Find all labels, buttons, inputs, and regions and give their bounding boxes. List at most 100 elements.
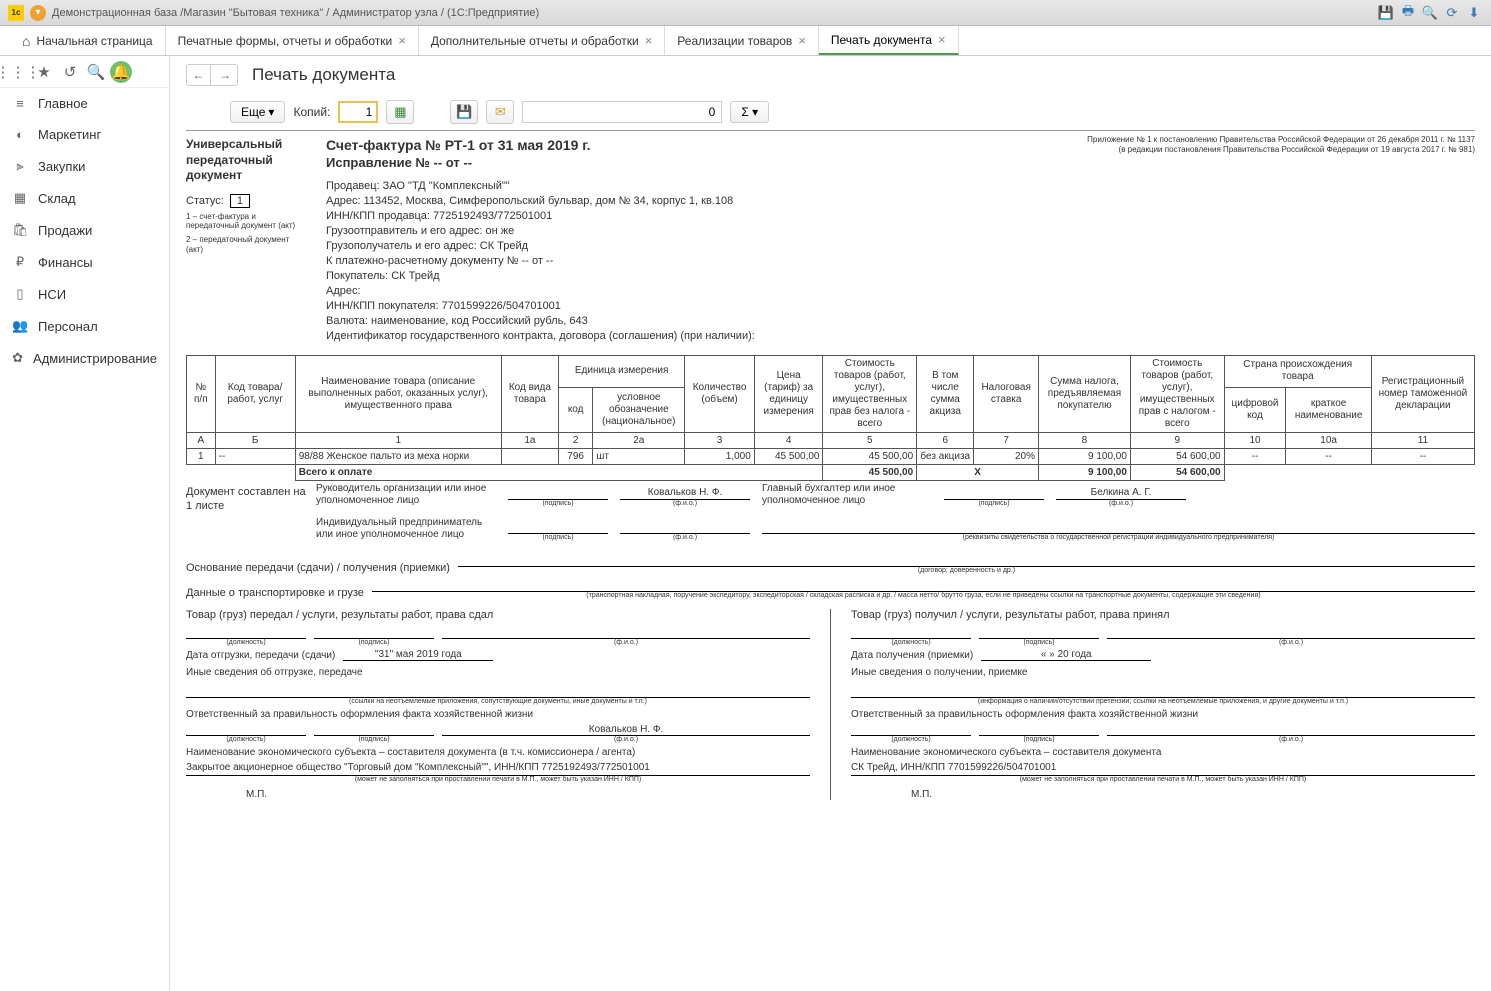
doc-pages: Документ составлен на 1 листе [186,483,316,543]
other-receive-label: Иные сведения о получении, приемке [851,667,1475,678]
resp-label-left: Ответственный за правильность оформления… [186,709,810,720]
buyer-addr-line: Адрес: [326,285,1475,297]
left-col-title: Товар (груз) передал / услуги, результат… [186,609,810,621]
nav-label: Закупки [38,159,85,174]
colnum-row: АБ11а22а34567891010а11 [187,433,1475,449]
tab-additional-reports[interactable]: Дополнительные отчеты и обработки × [419,26,665,55]
th-kind: Код вида товара [501,356,558,433]
list-icon: ≡ [12,96,28,111]
payment-doc-line: К платежно-расчетному документу № -- от … [326,255,1475,267]
close-icon[interactable]: × [938,32,946,47]
history-icon[interactable]: ↺ [58,60,82,84]
nav-nsi[interactable]: ▯ НСИ [0,278,169,310]
chevron-down-icon: ▾ [268,105,274,119]
logo-1c: 1c [8,5,24,21]
tab-label: Печать документа [831,33,932,47]
more-button[interactable]: Еще ▾ [230,101,285,123]
th-rate: Налоговая ставка [974,356,1039,433]
page-title: Печать документа [252,65,395,85]
status-note-1: 1 – счет-фактура и передаточный документ… [186,212,308,231]
bell-icon[interactable]: 🔔 [110,61,132,83]
save-icon[interactable]: 💾 [1377,4,1395,22]
correction-line: Исправление № -- от -- [326,155,1475,170]
receive-date: « » 20 года [981,649,1151,661]
invoice-table: № п/п Код товара/ работ, услуг Наименова… [186,355,1475,481]
entity-value-left: Закрытое акционерное общество "Торговый … [186,762,810,776]
search-icon[interactable]: 🔍 [84,60,108,84]
regulation-note-1: Приложение № 1 к постановлению Правитель… [1087,135,1475,145]
contract-id-line: Идентификатор государственного контракта… [326,330,1475,342]
dropdown-icon[interactable]: ▾ [30,5,46,21]
status-label: Статус: [186,195,224,207]
inn-buyer-line: ИНН/КПП покупателя: 7701599226/504701001 [326,300,1475,312]
mail-icon[interactable]: ✉ [486,100,514,124]
grid-icon: ▦ [12,190,28,206]
close-icon[interactable]: × [398,33,406,48]
th-qty: Количество (объем) [685,356,754,433]
right-col-title: Товар (груз) получил / услуги, результат… [851,609,1475,621]
th-tax: Сумма налога, предъявляемая покупателю [1038,356,1130,433]
th-excise: В том числе сумма акциза [917,356,974,433]
transport-label: Данные о транспортировке и грузе [186,587,364,599]
download-icon[interactable]: ⬇ [1465,4,1483,22]
tab-home[interactable]: ⌂ Начальная страница [10,26,166,55]
nav-personnel[interactable]: 👥Персонал [0,310,169,342]
nav-sales[interactable]: 🛍Продажи [0,214,169,246]
close-icon[interactable]: × [645,33,653,48]
other-ship-label: Иные сведения об отгрузке, передаче [186,667,810,678]
address-line: Адрес: 113452, Москва, Симферопольский б… [326,195,1475,207]
star-icon[interactable]: ★ [32,60,56,84]
shipper-line: Грузоотправитель и его адрес: он же [326,225,1475,237]
tabs-bar: ⌂ Начальная страница Печатные формы, отч… [0,26,1491,56]
nav-admin[interactable]: ✿ Администрирование [0,342,169,374]
tab-label: Печатные формы, отчеты и обработки [178,34,393,48]
print-icon[interactable]: 🖶 [1399,4,1417,22]
th-cn: краткое наименование [1286,387,1371,432]
entity-value-right: СК Трейд, ИНН/КПП 7701599226/504701001 [851,762,1475,776]
book-icon: ▯ [12,286,28,302]
nav-label: Склад [38,191,76,206]
mp-left: М.П. [246,789,810,800]
sidebar: ⋮⋮⋮ ★ ↺ 🔍 🔔 ≡Главное ◐Маркетинг ⫸Закупки… [0,56,170,991]
th-code: Код товара/ работ, услуг [215,356,295,433]
nav-marketing[interactable]: ◐Маркетинг [0,119,169,150]
forward-button[interactable]: → [213,65,237,85]
nav-label: НСИ [38,287,66,302]
nav-purchases[interactable]: ⫸Закупки [0,150,169,182]
nav-warehouse[interactable]: ▦ Склад [0,182,169,214]
back-button[interactable]: ← [187,65,211,85]
tab-realization[interactable]: Реализации товаров × [665,26,819,55]
ip-label: Индивидуальный предприниматель или иное … [316,517,496,541]
sum-button[interactable]: Σ ▾ [730,101,769,123]
nav-main[interactable]: ≡Главное [0,88,169,119]
more-label: Еще [241,105,265,119]
counter-input[interactable] [522,101,722,123]
accountant-label: Главный бухгалтер или иное уполномоченно… [762,483,932,507]
save-icon[interactable]: 💾 [450,100,478,124]
nav-arrows: ← → [186,64,238,86]
resp-label-right: Ответственный за правильность оформления… [851,709,1475,720]
spreadsheet-icon[interactable]: ▦ [386,100,414,124]
consignee-line: Грузополучатель и его адрес: СК Трейд [326,240,1475,252]
ruble-icon: ₽ [12,254,28,270]
copies-label: Копий: [293,105,330,119]
menu-grid-icon[interactable]: ⋮⋮⋮ [6,60,30,84]
gear-icon: ✿ [12,350,23,366]
nav-label: Продажи [38,223,92,238]
close-icon[interactable]: × [798,33,806,48]
search-icon[interactable]: 🔍 [1421,4,1439,22]
tab-print-forms[interactable]: Печатные формы, отчеты и обработки × [166,26,419,55]
buyer-line: Покупатель: СК Трейд [326,270,1475,282]
nav-finance[interactable]: ₽Финансы [0,246,169,278]
tab-label: Реализации товаров [677,34,792,48]
tab-label: Начальная страница [36,34,152,48]
refresh-icon[interactable]: ⟳ [1443,4,1461,22]
rekvizity-caption: (реквизиты свидетельства о государственн… [762,534,1475,541]
tab-print-document[interactable]: Печать документа × [819,26,959,55]
nav-label: Администрирование [33,351,157,366]
th-cost-wo: Стоимость товаров (работ, услуг), имущес… [823,356,917,433]
copies-input[interactable] [338,101,378,123]
th-unit-name: условное обозначение (национальное) [593,387,685,432]
th-unit: Единица измерения [558,356,684,388]
tab-label: Дополнительные отчеты и обработки [431,34,639,48]
